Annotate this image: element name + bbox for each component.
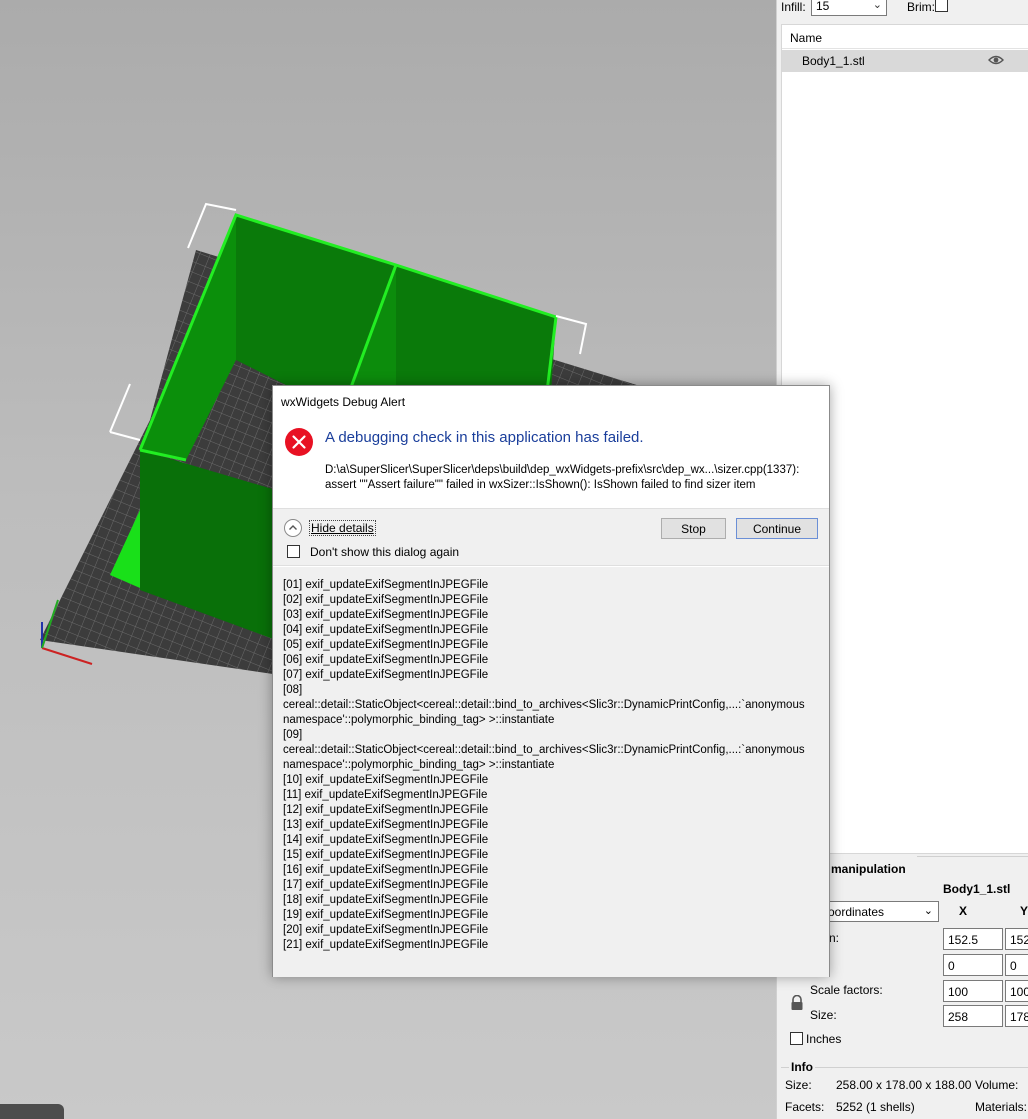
size-x-field[interactable]: 258 xyxy=(943,1005,1003,1027)
info-size-value: 258.00 x 178.00 x 188.00 xyxy=(836,1078,972,1092)
stack-trace-line: [03] exif_updateExifSegmentInJPEGFile xyxy=(283,609,489,621)
position-x-field[interactable]: 152.5 xyxy=(943,928,1003,950)
position-label: n: xyxy=(829,931,840,945)
object-list-item[interactable]: Body1_1.stl xyxy=(782,50,1028,72)
info-materials-label: Materials: xyxy=(975,1100,1028,1114)
stack-trace-line: [16] exif_updateExifSegmentInJPEGFile xyxy=(283,864,489,876)
scale-x-field[interactable]: 100 xyxy=(943,980,1003,1002)
stack-trace-line: [07] exif_updateExifSegmentInJPEGFile xyxy=(283,669,489,681)
error-icon xyxy=(285,428,313,456)
stack-trace-line: [05] exif_updateExifSegmentInJPEGFile xyxy=(283,639,489,651)
scale-y-field[interactable]: 100 xyxy=(1005,980,1028,1002)
stack-trace-line: cereal::detail::StaticObject<cereal::det… xyxy=(283,744,805,756)
info-facets-value: 5252 (1 shells) xyxy=(836,1100,915,1114)
stack-trace-line: [08] xyxy=(283,684,303,696)
stack-trace-line: [14] exif_updateExifSegmentInJPEGFile xyxy=(283,834,489,846)
stack-trace-line: [18] exif_updateExifSegmentInJPEGFile xyxy=(283,894,489,906)
stack-trace-line: [06] exif_updateExifSegmentInJPEGFile xyxy=(283,654,489,666)
infill-select[interactable]: 15 ⌄ xyxy=(811,0,887,16)
inches-checkbox[interactable] xyxy=(790,1032,803,1045)
stack-trace-line: [02] exif_updateExifSegmentInJPEGFile xyxy=(283,594,489,606)
hide-details-link[interactable]: Hide details xyxy=(309,520,376,536)
debug-alert-dialog[interactable]: wxWidgets Debug Alert A debugging check … xyxy=(272,385,830,977)
size-y-field[interactable]: 178 xyxy=(1005,1005,1028,1027)
coordinate-system-value: coordinates xyxy=(822,905,885,919)
stack-trace-line: [20] exif_updateExifSegmentInJPEGFile xyxy=(283,924,489,936)
stack-trace-line: [09] xyxy=(283,729,303,741)
manipulation-title: manipulation xyxy=(831,862,906,876)
infill-value: 15 xyxy=(816,0,830,13)
position-y-field[interactable]: 152 xyxy=(1005,928,1028,950)
list-header-name[interactable]: Name xyxy=(782,25,1028,49)
info-facets-label: Facets: xyxy=(785,1100,825,1114)
manipulation-object-name: Body1_1.stl xyxy=(943,882,1011,896)
stack-trace-details[interactable]: [01] exif_updateExifSegmentInJPEGFile [02… xyxy=(273,567,829,977)
dialog-footer: Hide details Don't show this dialog agai… xyxy=(273,508,829,566)
infill-label: Infill: xyxy=(781,0,806,14)
stack-trace-line: [12] exif_updateExifSegmentInJPEGFile xyxy=(283,804,489,816)
brim-checkbox[interactable] xyxy=(935,0,948,12)
info-title: Info xyxy=(789,1060,815,1074)
assert-location: D:\a\SuperSlicer\SuperSlicer\deps\build\… xyxy=(325,464,800,476)
stack-trace-line: [21] exif_updateExifSegmentInJPEGFile xyxy=(283,939,489,951)
dont-show-checkbox[interactable] xyxy=(287,545,300,558)
dialog-title: wxWidgets Debug Alert xyxy=(281,395,406,409)
eye-icon[interactable] xyxy=(988,54,1004,66)
divider xyxy=(917,856,1028,857)
stack-trace-line: [01] exif_updateExifSegmentInJPEGFile xyxy=(283,579,489,591)
stack-trace-line: [04] exif_updateExifSegmentInJPEGFile xyxy=(283,624,489,636)
lock-icon[interactable] xyxy=(790,995,804,1011)
coordinate-system-select[interactable]: coordinates ⌄ xyxy=(817,901,939,922)
chevron-down-icon: ⌄ xyxy=(923,905,933,917)
dont-show-label: Don't show this dialog again xyxy=(310,545,460,559)
stop-button[interactable]: Stop xyxy=(661,518,726,539)
chevron-down-icon: ⌄ xyxy=(872,0,882,11)
info-volume-label: Volume: xyxy=(975,1078,1019,1092)
chevron-up-icon xyxy=(289,525,297,530)
size-label: Size: xyxy=(810,1008,837,1022)
scale-factors-label: Scale factors: xyxy=(810,983,883,997)
stack-trace-line: cereal::detail::StaticObject<cereal::det… xyxy=(283,699,805,711)
assert-message: assert ""Assert failure"" failed in wxSi… xyxy=(325,479,756,491)
column-x-header: X xyxy=(959,904,968,918)
rotation-x-field[interactable]: 0 xyxy=(943,954,1003,976)
stack-trace-line: [11] exif_updateExifSegmentInJPEGFile xyxy=(283,789,488,801)
stack-trace-line: namespace'::polymorphic_binding_tag> >::… xyxy=(283,759,555,771)
collapse-details-button[interactable] xyxy=(284,519,302,537)
stack-trace-line: [10] exif_updateExifSegmentInJPEGFile xyxy=(283,774,489,786)
brim-label: Brim: xyxy=(907,0,935,14)
continue-button[interactable]: Continue xyxy=(736,518,818,539)
stack-trace-line: [13] exif_updateExifSegmentInJPEGFile xyxy=(283,819,489,831)
info-size-label: Size: xyxy=(785,1078,812,1092)
column-y-header: Y xyxy=(1020,904,1028,918)
inches-label: Inches xyxy=(806,1032,842,1046)
rotation-y-field[interactable]: 0 xyxy=(1005,954,1028,976)
main-instruction: A debugging check in this application ha… xyxy=(325,429,644,446)
toolbar-corner[interactable] xyxy=(0,1104,64,1119)
stack-trace-line: [19] exif_updateExifSegmentInJPEGFile xyxy=(283,909,489,921)
stack-trace-line: namespace'::polymorphic_binding_tag> >::… xyxy=(283,714,555,726)
axis-x xyxy=(41,647,93,665)
object-name: Body1_1.stl xyxy=(802,54,865,68)
stack-trace-line: [15] exif_updateExifSegmentInJPEGFile xyxy=(283,849,489,861)
stack-trace-line: [17] exif_updateExifSegmentInJPEGFile xyxy=(283,879,489,891)
